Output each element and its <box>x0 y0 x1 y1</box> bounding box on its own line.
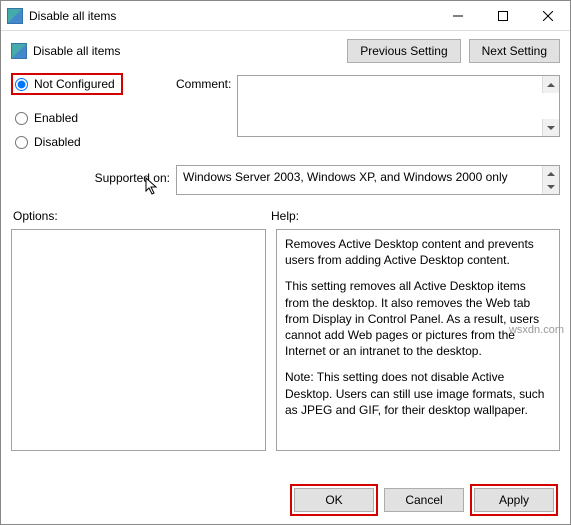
ok-button[interactable]: OK <box>294 488 374 512</box>
gpedit-policy-window: Disable all items Disable all items Prev… <box>0 0 571 525</box>
options-label: Options: <box>11 209 271 223</box>
radio-disabled[interactable]: Disabled <box>15 135 176 149</box>
radio-enabled-label: Enabled <box>34 111 78 125</box>
radio-not-configured[interactable]: Not Configured <box>15 77 115 91</box>
maximize-button[interactable] <box>480 1 525 30</box>
radio-enabled[interactable]: Enabled <box>15 111 176 125</box>
policy-name: Disable all items <box>33 44 120 58</box>
highlight-ok: OK <box>290 484 378 516</box>
config-row: Not Configured Enabled Disabled Comment: <box>11 75 560 159</box>
radio-not-configured-input[interactable] <box>15 78 28 91</box>
help-paragraph: Note: This setting does not disable Acti… <box>285 369 551 418</box>
header-row: Disable all items Previous Setting Next … <box>11 39 560 63</box>
highlight-not-configured: Not Configured <box>11 73 123 95</box>
help-panel: Removes Active Desktop content and preve… <box>276 229 560 451</box>
highlight-apply: Apply <box>470 484 558 516</box>
scroll-down-icon[interactable] <box>542 119 559 136</box>
footer: OK Cancel Apply <box>1 476 570 524</box>
watermark: wsxdn.com <box>509 324 564 336</box>
next-setting-button[interactable]: Next Setting <box>469 39 560 63</box>
state-radios: Not Configured Enabled Disabled <box>11 75 176 159</box>
apply-button[interactable]: Apply <box>474 488 554 512</box>
previous-setting-button[interactable]: Previous Setting <box>347 39 460 63</box>
radio-disabled-label: Disabled <box>34 135 81 149</box>
labels-row: Options: Help: <box>11 209 560 223</box>
supported-row: Supported on: Windows Server 2003, Windo… <box>11 165 560 195</box>
content-area: Disable all items Previous Setting Next … <box>1 31 570 476</box>
comment-textarea[interactable] <box>237 75 560 137</box>
radio-disabled-input[interactable] <box>15 136 28 149</box>
radio-not-configured-label: Not Configured <box>34 77 115 91</box>
app-icon <box>7 8 23 24</box>
policy-icon <box>11 43 27 59</box>
options-panel <box>11 229 266 451</box>
radio-enabled-input[interactable] <box>15 112 28 125</box>
supported-label: Supported on: <box>11 165 176 185</box>
supported-text: Windows Server 2003, Windows XP, and Win… <box>183 170 508 184</box>
comment-label: Comment: <box>176 75 237 159</box>
panels-row: Removes Active Desktop content and preve… <box>11 229 560 451</box>
scroll-down-icon[interactable] <box>542 179 559 194</box>
cancel-button[interactable]: Cancel <box>384 488 464 512</box>
scroll-up-icon[interactable] <box>542 76 559 93</box>
titlebar: Disable all items <box>1 1 570 31</box>
help-paragraph: This setting removes all Active Desktop … <box>285 278 551 359</box>
window-buttons <box>435 1 570 30</box>
help-paragraph: Removes Active Desktop content and preve… <box>285 236 551 268</box>
window-title: Disable all items <box>29 9 435 23</box>
supported-textarea: Windows Server 2003, Windows XP, and Win… <box>176 165 560 195</box>
help-label: Help: <box>271 209 299 223</box>
minimize-button[interactable] <box>435 1 480 30</box>
close-button[interactable] <box>525 1 570 30</box>
